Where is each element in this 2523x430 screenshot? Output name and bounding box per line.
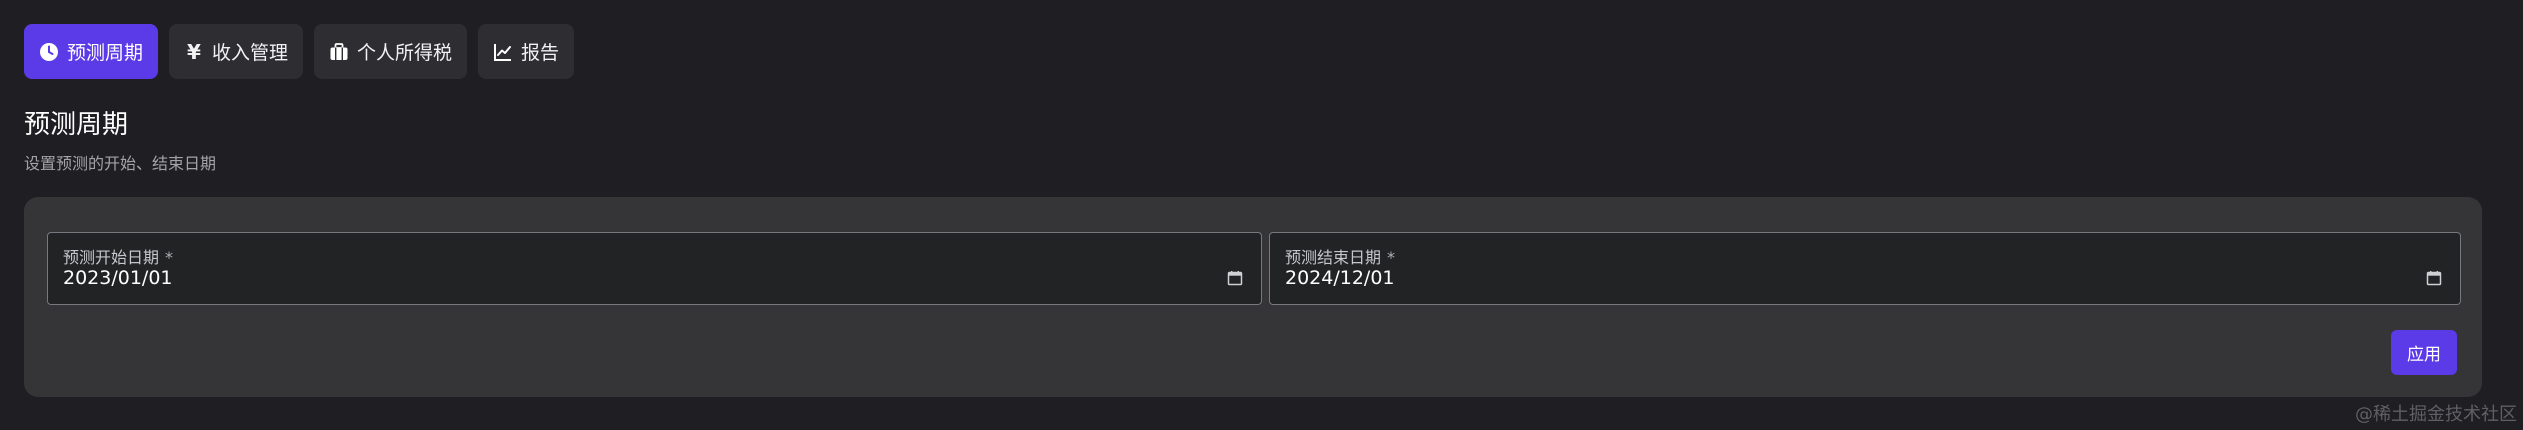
briefcase-icon xyxy=(329,42,349,62)
start-date-label-text: 预测开始日期 xyxy=(63,248,160,267)
yen-glyph: ¥ xyxy=(187,39,201,64)
start-date-field[interactable]: 预测开始日期 * 2023/01/01 xyxy=(47,232,1262,305)
tab-label: 报告 xyxy=(521,42,560,64)
end-date-label: 预测结束日期 * xyxy=(1285,244,1395,268)
tab-bar: 预测周期 ¥ 收入管理 个人所得税 报告 xyxy=(24,24,575,79)
start-date-value: 2023/01/01 xyxy=(63,267,173,289)
date-range-card: 预测开始日期 * 2023/01/01 预测结束日期 * 2024/12/01 xyxy=(24,197,2482,397)
clock-icon xyxy=(39,42,59,62)
tab-personal-income-tax[interactable]: 个人所得税 xyxy=(314,24,468,79)
apply-button[interactable]: 应用 xyxy=(2391,330,2457,375)
required-mark: * xyxy=(1387,248,1396,267)
line-chart-icon xyxy=(493,42,513,62)
page-subtitle: 设置预测的开始、结束日期 xyxy=(24,154,217,173)
page-title: 预测周期 xyxy=(24,110,129,140)
tab-forecast-period[interactable]: 预测周期 xyxy=(24,24,159,79)
start-date-label: 预测开始日期 * xyxy=(63,244,173,268)
tab-label: 预测周期 xyxy=(67,42,144,64)
required-mark: * xyxy=(165,248,174,267)
end-date-value: 2024/12/01 xyxy=(1285,267,1395,289)
end-date-field[interactable]: 预测结束日期 * 2024/12/01 xyxy=(1269,232,2461,305)
calendar-icon[interactable] xyxy=(1227,270,1243,286)
tab-income-management[interactable]: ¥ 收入管理 xyxy=(169,24,304,79)
tab-label: 个人所得税 xyxy=(357,42,453,64)
calendar-icon[interactable] xyxy=(2426,270,2442,286)
tab-label: 收入管理 xyxy=(212,42,289,64)
watermark: @稀土掘金技术社区 xyxy=(2355,404,2517,425)
page: 预测周期 ¥ 收入管理 个人所得税 报告 预测周期 设置预测的开始、结束日期 预… xyxy=(0,0,2523,430)
yen-icon: ¥ xyxy=(184,42,204,62)
end-date-label-text: 预测结束日期 xyxy=(1285,248,1382,267)
tab-report[interactable]: 报告 xyxy=(478,24,575,79)
